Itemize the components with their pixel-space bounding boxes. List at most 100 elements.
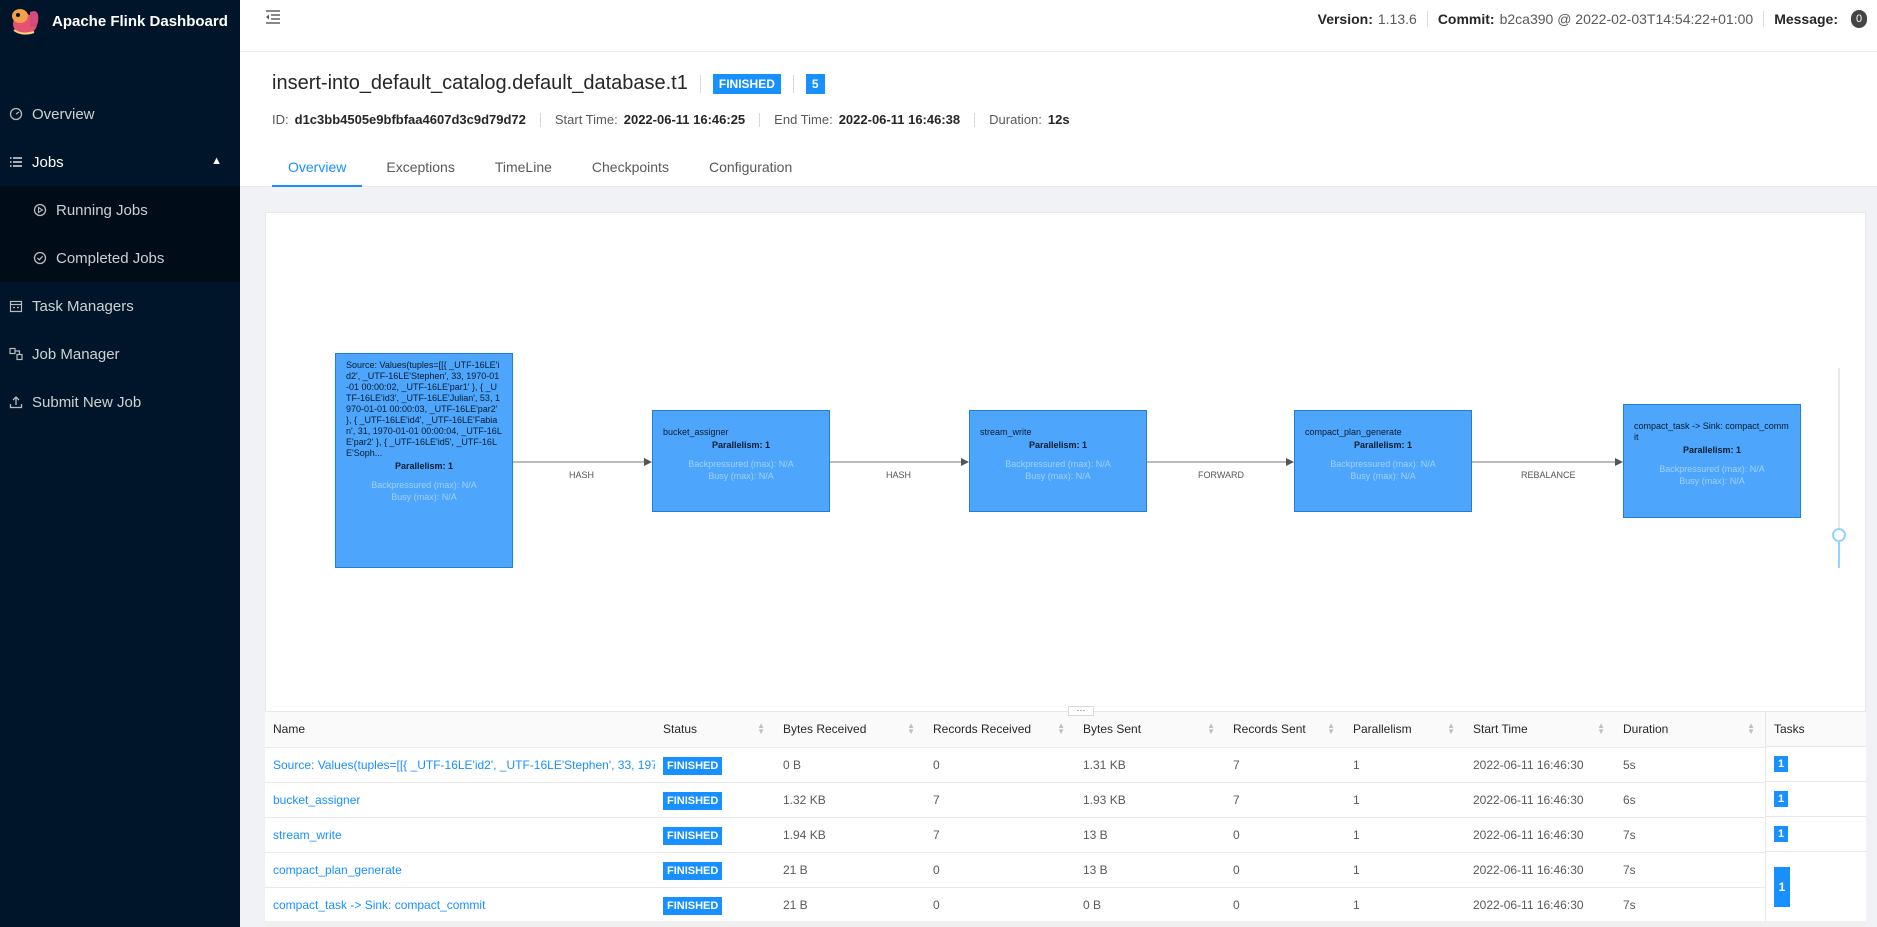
- sidebar-item-running-jobs[interactable]: Running Jobs: [0, 186, 240, 234]
- vertex-name-link[interactable]: stream_write: [265, 817, 655, 853]
- upload-icon: [8, 394, 24, 410]
- sort-icon: ▲ ▼: [1447, 721, 1455, 736]
- vertex-name-link[interactable]: Source: Values(tuples=[[{ _UTF-16LE'id2'…: [265, 747, 655, 783]
- app-logo[interactable]: Apache Flink Dashboard: [0, 0, 240, 42]
- vertex-name-link[interactable]: compact_task -> Sink: compact_commit: [265, 887, 655, 923]
- records-received: 7: [925, 782, 1075, 818]
- records-sent: 7: [1225, 782, 1345, 818]
- col-bytes-sent[interactable]: Bytes Sent ▲ ▼: [1075, 712, 1225, 748]
- node-busy: Busy (max): N/A: [1350, 471, 1416, 481]
- task-count[interactable]: 1: [1774, 756, 1789, 772]
- tab-checkpoints[interactable]: Checkpoints: [576, 147, 685, 187]
- parallelism: 1: [1345, 852, 1465, 888]
- job-header: insert-into_default_catalog.default_data…: [240, 52, 1877, 187]
- col-status[interactable]: Status ▲ ▼: [655, 712, 775, 748]
- sidebar-item-jobs[interactable]: Jobs ▲: [0, 138, 240, 186]
- node-parallelism: Parallelism: 1: [1682, 445, 1742, 455]
- tab-overview[interactable]: Overview: [272, 147, 363, 187]
- table-row[interactable]: bucket_assigner FINISHED 1.32 KB 7 1.93 …: [265, 782, 1765, 818]
- top-header: Version: 1.13.6 Commit: b2ca390 @ 2022-0…: [240, 0, 1877, 52]
- divider: [699, 74, 701, 93]
- col-name: Name: [265, 712, 655, 748]
- edge-label: HASH: [886, 470, 912, 480]
- status-badge: FINISHED: [663, 861, 723, 880]
- job-graph[interactable]: HASH HASH FORWARD REBALANCE Source: Valu…: [265, 212, 1866, 712]
- records-received: 0: [925, 852, 1075, 888]
- node-name: compact_plan_generate: [1305, 427, 1402, 437]
- sidebar-item-task-managers[interactable]: Task Managers: [0, 282, 240, 330]
- sidebar-item-submit-new-job[interactable]: Submit New Job: [0, 378, 240, 426]
- message-label[interactable]: Message:: [1774, 11, 1838, 27]
- start-time: 2022-06-11 16:46:25: [623, 112, 746, 127]
- graph-node-bucket-assigner[interactable]: bucket_assigner Parallelism: 1 Backpress…: [652, 410, 830, 512]
- sidebar-item-label: Overview: [32, 105, 95, 123]
- cluster-info: Version: 1.13.6 Commit: b2ca390 @ 2022-0…: [1318, 10, 1867, 28]
- bytes-received: 1.94 KB: [775, 817, 925, 853]
- job-title: insert-into_default_catalog.default_data…: [272, 72, 688, 94]
- sidebar-item-label: Jobs: [32, 153, 64, 171]
- node-backpressured: Backpressured (max): N/A: [1330, 459, 1436, 469]
- jobs-submenu: Running Jobs Completed Jobs: [0, 186, 240, 282]
- panel-resize-handle[interactable]: ···: [1068, 706, 1094, 716]
- divider: [792, 74, 794, 93]
- edge-label: REBALANCE: [1521, 470, 1576, 480]
- status-badge: FINISHED: [663, 826, 723, 845]
- app-title: Apache Flink Dashboard: [52, 12, 228, 30]
- col-records-sent[interactable]: Records Sent ▲ ▼: [1225, 712, 1345, 748]
- graph-node-compact-plan-generate[interactable]: compact_plan_generate Parallelism: 1 Bac…: [1294, 410, 1472, 512]
- tab-exceptions[interactable]: Exceptions: [370, 147, 470, 187]
- vertex-name-link[interactable]: compact_plan_generate: [265, 852, 655, 888]
- tasks-cell: 1: [1766, 747, 1866, 782]
- graph-node-stream-write[interactable]: stream_write Parallelism: 1 Backpressure…: [969, 410, 1147, 512]
- col-duration[interactable]: Duration ▲ ▼: [1615, 712, 1765, 748]
- horizontal-scrollbar[interactable]: [265, 921, 1866, 927]
- col-records-received[interactable]: Records Received ▲ ▼: [925, 712, 1075, 748]
- sidebar-item-completed-jobs[interactable]: Completed Jobs: [0, 234, 240, 282]
- node-backpressured: Backpressured (max): N/A: [371, 480, 477, 490]
- duration: 6s: [1615, 782, 1765, 818]
- bytes-sent: 1.93 KB: [1075, 782, 1225, 818]
- col-parallelism[interactable]: Parallelism ▲ ▼: [1345, 712, 1465, 748]
- message-count-badge[interactable]: 0: [1851, 10, 1867, 28]
- sidebar-item-job-manager[interactable]: Job Manager: [0, 330, 240, 378]
- divider: [1426, 11, 1428, 27]
- duration-label: Duration:: [989, 112, 1042, 127]
- zoom-slider-handle[interactable]: [1832, 528, 1846, 542]
- records-sent: 7: [1225, 747, 1345, 783]
- records-sent: 0: [1225, 887, 1345, 923]
- node-busy: Busy (max): N/A: [391, 492, 457, 502]
- col-bytes-received[interactable]: Bytes Received ▲ ▼: [775, 712, 925, 748]
- vertex-name-link[interactable]: bucket_assigner: [265, 782, 655, 818]
- table-row[interactable]: stream_write FINISHED 1.94 KB 7 13 B 0 1…: [265, 817, 1765, 853]
- task-count[interactable]: 1: [1774, 867, 1790, 907]
- end-time-label: End Time:: [774, 112, 833, 127]
- graph-node-source[interactable]: Source: Values(tuples=[[{ _UTF-16LE'id2'…: [335, 353, 513, 568]
- col-start-time[interactable]: Start Time ▲ ▼: [1465, 712, 1615, 748]
- task-count[interactable]: 1: [1774, 791, 1789, 807]
- flink-squirrel-icon: [12, 9, 39, 35]
- table-row[interactable]: Source: Values(tuples=[[{ _UTF-16LE'id2'…: [265, 747, 1765, 783]
- duration: 12s: [1047, 112, 1070, 127]
- version-value: 1.13.6: [1377, 11, 1417, 27]
- duration: 7s: [1615, 817, 1765, 853]
- divider: [759, 112, 761, 127]
- table-row[interactable]: compact_task -> Sink: compact_commit FIN…: [265, 887, 1765, 923]
- tasks-column: Tasks 1 1 1 1: [1765, 712, 1866, 927]
- end-time: 2022-06-11 16:46:38: [838, 112, 961, 127]
- tab-timeline[interactable]: TimeLine: [479, 147, 568, 187]
- sidebar-item-label: Task Managers: [32, 297, 134, 315]
- records-received: 0: [925, 747, 1075, 783]
- task-count[interactable]: 1: [1774, 826, 1789, 842]
- node-backpressured: Backpressured (max): N/A: [688, 459, 794, 469]
- cluster-icon: [8, 346, 24, 362]
- graph-node-compact-task-sink[interactable]: compact_task -> Sink: compact_commit Par…: [1623, 404, 1801, 518]
- menu-fold-icon[interactable]: [264, 8, 282, 26]
- chevron-up-icon: ▲: [211, 155, 222, 167]
- status-badge: FINISHED: [663, 791, 723, 810]
- node-backpressured: Backpressured (max): N/A: [1659, 464, 1765, 474]
- status-cell: FINISHED: [655, 782, 775, 818]
- table-row[interactable]: compact_plan_generate FINISHED 21 B 0 13…: [265, 852, 1765, 888]
- tab-configuration[interactable]: Configuration: [693, 147, 808, 187]
- sort-icon: ▲ ▼: [1207, 721, 1215, 736]
- sidebar-item-overview[interactable]: Overview: [0, 90, 240, 138]
